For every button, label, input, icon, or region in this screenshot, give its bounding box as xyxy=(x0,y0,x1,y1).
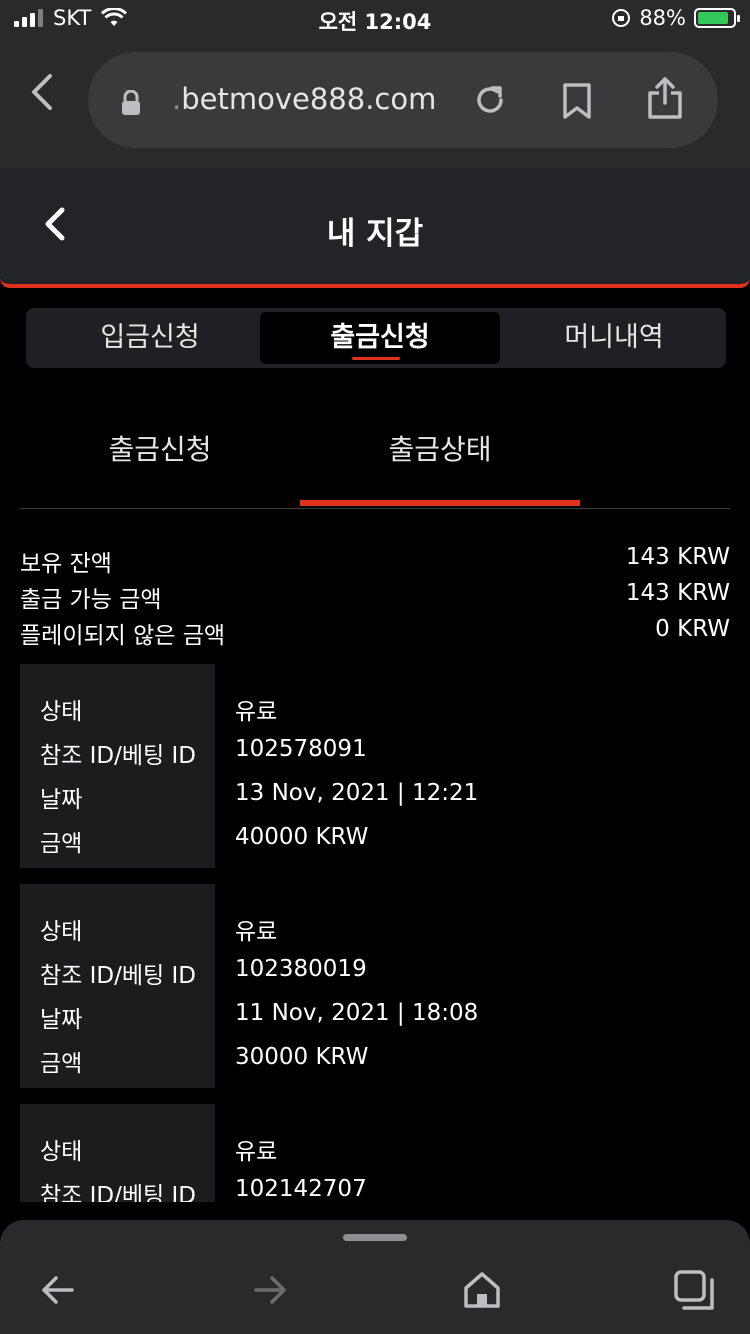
date-label: 날짜 xyxy=(40,787,83,813)
withdraw-record: 상태 유료 참조 ID/베팅 ID 102578091 날짜 13 Nov, 2… xyxy=(20,664,730,868)
battery-icon xyxy=(694,8,740,28)
tab-withdraw-label: 출금신청 xyxy=(330,322,430,353)
withdraw-records-list[interactable]: 상태 유료 참조 ID/베팅 ID 102578091 날짜 13 Nov, 2… xyxy=(20,664,730,1202)
ref-label: 참조 ID/베팅 ID xyxy=(40,963,196,989)
orientation-lock-icon xyxy=(612,9,631,27)
url-text[interactable]: .betmove888.com xyxy=(172,82,436,116)
battery-group: 88% xyxy=(611,6,740,30)
withdrawable-row: 출금 가능 금액 143 KRW xyxy=(20,580,730,614)
status-value: 유료 xyxy=(235,919,278,945)
active-subtab-indicator xyxy=(300,500,580,506)
wallet-tabs: 입금신청 출금신청 머니내역 xyxy=(26,308,726,368)
tab-withdraw-request[interactable]: 출금신청 xyxy=(260,312,500,364)
browser-bottom-toolbar xyxy=(0,1220,750,1334)
withdraw-subtabs: 출금신청 출금상태 xyxy=(20,410,730,509)
amount-label: 금액 xyxy=(40,831,83,857)
bookmark-icon[interactable] xyxy=(560,82,594,120)
withdraw-record: 상태 유료 참조 ID/베팅 ID 102380019 날짜 11 Nov, 2… xyxy=(20,884,730,1088)
share-icon[interactable] xyxy=(646,76,684,120)
amount-label: 금액 xyxy=(40,1051,83,1077)
status-label: 상태 xyxy=(40,919,83,945)
url-domain: betmove888.com xyxy=(181,82,437,116)
ref-value: 102142707 xyxy=(235,1176,367,1202)
status-label: 상태 xyxy=(40,699,83,725)
address-bar[interactable]: .betmove888.com xyxy=(88,52,718,148)
app-header: 내 지갑 xyxy=(0,168,750,288)
page-title: 내 지갑 xyxy=(326,216,424,252)
ref-label: 참조 ID/베팅 ID xyxy=(40,743,196,769)
lock-icon xyxy=(122,90,140,115)
unplayed-row: 플레이되지 않은 금액 0 KRW xyxy=(20,616,730,650)
home-icon[interactable] xyxy=(460,1268,504,1312)
sheet-grabber[interactable] xyxy=(343,1234,407,1241)
back-arrow-icon[interactable] xyxy=(36,1268,80,1312)
battery-percent: 88% xyxy=(639,6,686,30)
browser-toolbar: .betmove888.com xyxy=(0,42,750,168)
subtab-withdraw-status[interactable]: 출금상태 xyxy=(300,428,580,468)
unplayed-label: 플레이되지 않은 금액 xyxy=(20,623,226,649)
withdraw-record: 상태 유료 참조 ID/베팅 ID 102142707 xyxy=(20,1104,730,1202)
ref-value: 102380019 xyxy=(235,956,367,982)
subtab-withdraw-request[interactable]: 출금신청 xyxy=(20,428,300,468)
status-label: 상태 xyxy=(40,1139,83,1165)
tab-deposit-request[interactable]: 입금신청 xyxy=(30,312,270,364)
amount-value: 40000 KRW xyxy=(235,824,369,850)
date-label: 날짜 xyxy=(40,1007,83,1033)
withdrawable-value: 143 KRW xyxy=(625,580,730,606)
balance-row: 보유 잔액 143 KRW xyxy=(20,544,730,578)
withdrawable-label: 출금 가능 금액 xyxy=(20,587,162,613)
reload-icon[interactable] xyxy=(472,82,508,118)
ref-value: 102578091 xyxy=(235,736,367,762)
balance-value: 143 KRW xyxy=(625,544,730,570)
forward-arrow-icon[interactable] xyxy=(248,1268,292,1312)
ref-label: 참조 ID/베팅 ID xyxy=(40,1183,196,1202)
status-value: 유료 xyxy=(235,1139,278,1165)
date-value: 13 Nov, 2021 | 12:21 xyxy=(235,780,479,806)
status-bar: SKT 오전 12:04 88% xyxy=(0,0,750,42)
url-prefix: . xyxy=(172,82,182,116)
status-value: 유료 xyxy=(235,699,278,725)
active-tab-underline xyxy=(352,357,400,360)
browser-back-icon[interactable] xyxy=(24,72,64,112)
balance-label: 보유 잔액 xyxy=(20,551,112,577)
unplayed-value: 0 KRW xyxy=(655,616,730,642)
amount-value: 30000 KRW xyxy=(235,1044,369,1070)
tab-money-history[interactable]: 머니내역 xyxy=(494,312,734,364)
tabs-icon[interactable] xyxy=(672,1268,716,1312)
date-value: 11 Nov, 2021 | 18:08 xyxy=(235,1000,479,1026)
